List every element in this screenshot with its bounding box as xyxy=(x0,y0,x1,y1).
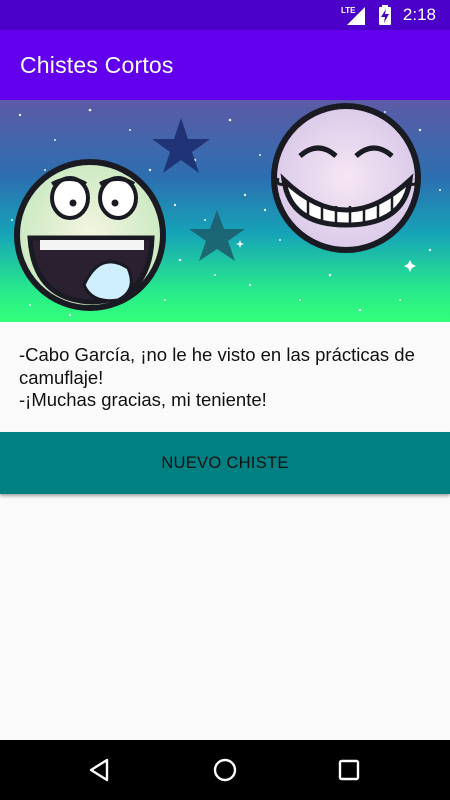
new-joke-button[interactable]: NUEVO CHISTE xyxy=(0,432,450,494)
smiley-faces-banner xyxy=(0,100,450,322)
svg-text:LTE: LTE xyxy=(341,6,356,15)
screen: LTE 2:18 Chistes Cortos -Cabo García, ¡n… xyxy=(0,0,450,800)
recents-icon[interactable] xyxy=(314,740,384,800)
home-icon[interactable] xyxy=(190,740,260,800)
lte-signal-icon: LTE xyxy=(341,4,367,26)
status-bar: LTE 2:18 xyxy=(0,0,450,30)
joke-text: -Cabo García, ¡no le he visto en las prá… xyxy=(19,344,415,410)
battery-charging-icon xyxy=(377,4,393,26)
navigation-bar xyxy=(0,740,450,800)
back-icon[interactable] xyxy=(64,740,134,800)
status-time: 2:18 xyxy=(402,5,436,24)
header-image xyxy=(0,100,450,322)
app-bar: Chistes Cortos xyxy=(0,30,450,100)
app-title: Chistes Cortos xyxy=(20,51,174,78)
